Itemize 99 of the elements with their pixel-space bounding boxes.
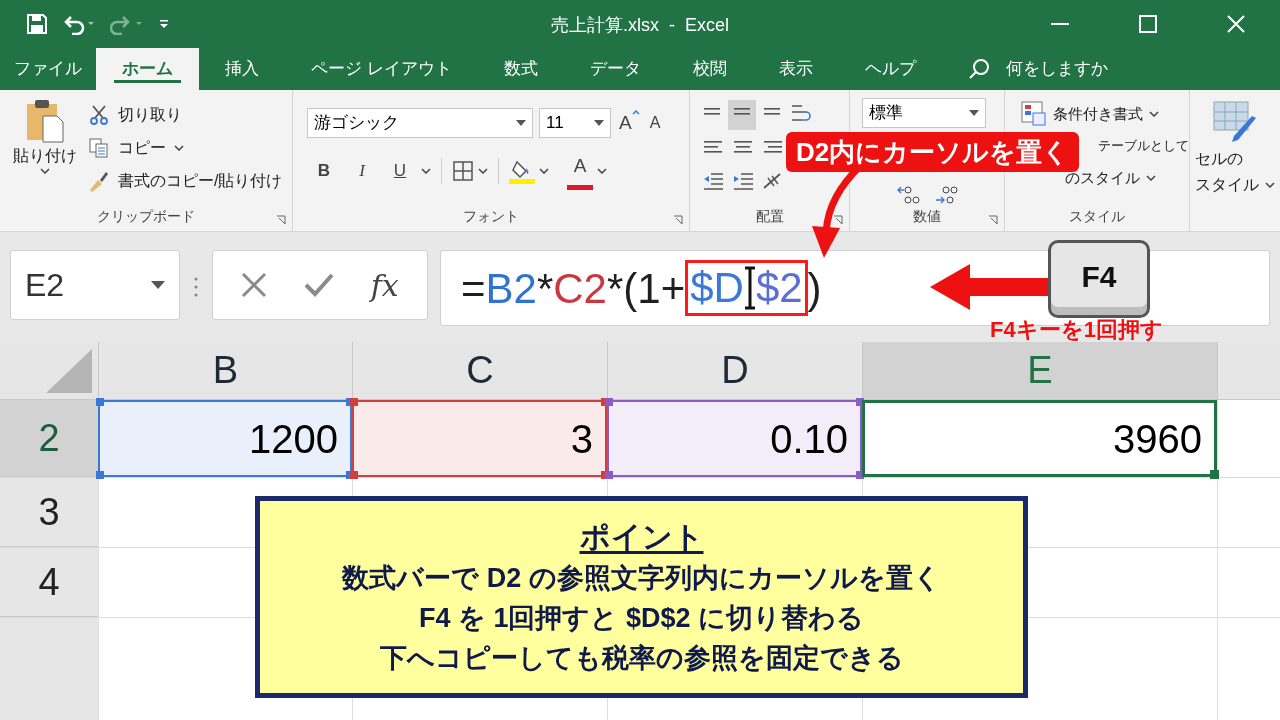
formula-token: *(1+ <box>606 263 686 314</box>
minimize-icon <box>1051 23 1069 25</box>
cancel-icon[interactable] <box>241 272 268 298</box>
save-icon[interactable] <box>26 13 48 35</box>
borders-icon[interactable] <box>452 159 474 182</box>
conditional-format-icon <box>1021 101 1047 127</box>
align-icon[interactable] <box>733 140 753 156</box>
scissors-icon <box>88 103 110 126</box>
f4-key: F4 <box>1048 240 1150 318</box>
caret-icon <box>1146 175 1156 181</box>
text-cursor-icon <box>743 266 756 310</box>
clipboard-button[interactable]: 切り取り <box>88 98 283 131</box>
table-cell[interactable]: 3960 <box>862 400 1217 477</box>
group-label: スタイル <box>1069 207 1125 226</box>
caret-icon <box>1265 182 1275 188</box>
group-label: 配置 <box>755 207 784 226</box>
ribbon-tab[interactable]: 挿入 <box>199 48 285 90</box>
formula-token: ) <box>807 263 822 314</box>
ribbon-tab[interactable]: 表示 <box>752 48 839 90</box>
search-icon[interactable] <box>967 58 990 80</box>
formula-token: * <box>536 263 554 314</box>
ribbon-tab[interactable]: ヘルプ <box>838 48 942 90</box>
cell-styles-button[interactable]: セルの スタイル <box>1195 146 1275 198</box>
caret-icon <box>1149 111 1159 117</box>
ribbon-tab[interactable]: 校閲 <box>666 48 753 90</box>
styles-button[interactable]: 条件付き書式 <box>1021 98 1159 130</box>
column-header[interactable]: E <box>862 342 1217 399</box>
align-icon[interactable] <box>703 140 723 156</box>
dialog-launcher-icon[interactable] <box>673 215 683 225</box>
table-cell[interactable]: 1200 <box>98 400 352 477</box>
clipboard-button[interactable]: コピー <box>88 131 283 164</box>
increase-indent-icon[interactable] <box>733 172 753 190</box>
formula-token: = <box>461 263 486 314</box>
up-caret-icon <box>631 108 640 115</box>
decrease-decimal-icon[interactable] <box>934 184 958 206</box>
group-label: 数値 <box>913 207 941 226</box>
dialog-launcher-icon[interactable] <box>988 215 998 225</box>
font-style-button[interactable]: U <box>383 155 417 186</box>
paintbrush-icon <box>88 169 110 192</box>
align-icon[interactable] <box>763 140 783 156</box>
caret-icon <box>174 144 184 151</box>
enter-check-icon[interactable] <box>304 273 334 297</box>
row-header[interactable]: 3 <box>0 478 98 547</box>
formula-token: B2 <box>485 263 537 314</box>
dialog-launcher-icon[interactable] <box>833 215 843 225</box>
caret-icon <box>539 167 549 174</box>
note-line: 数式バーで D2 の参照文字列内にカーソルを置く <box>342 562 941 595</box>
maximize-icon <box>1139 15 1157 33</box>
caret-icon <box>478 167 488 174</box>
row-header[interactable]: 2 <box>0 400 98 477</box>
window-title: 売上計算.xlsx - Excel <box>551 14 729 37</box>
tell-me-field[interactable]: 何をしますか <box>1005 56 1108 82</box>
formula-token: C2 <box>553 263 607 314</box>
note-line: 下へコピーしても税率の参照を固定できる <box>379 642 904 675</box>
ribbon-tab[interactable]: 数式 <box>477 48 564 90</box>
font-size-field[interactable]: 11 <box>539 108 611 138</box>
cell-styles-icon <box>1212 100 1258 144</box>
callout-label: D2内にカーソルを置く <box>786 132 1080 172</box>
increase-decimal-icon[interactable] <box>896 184 920 206</box>
clipboard-icon <box>25 98 65 144</box>
font-name-field[interactable]: 游ゴシック <box>307 108 533 138</box>
formula-token: $2 <box>755 263 803 313</box>
insert-function-button[interactable]: fx <box>370 262 399 308</box>
vertical-align-button[interactable] <box>728 100 756 130</box>
grow-font-button[interactable]: A <box>617 108 642 138</box>
dialog-launcher-icon[interactable] <box>276 215 286 225</box>
number-format-field[interactable]: 標準 <box>862 98 986 128</box>
copy-icon <box>88 136 110 159</box>
dropdown-icon[interactable] <box>516 120 526 126</box>
ribbon-tab[interactable]: ホーム <box>96 48 199 90</box>
caret-icon <box>421 167 431 174</box>
caret-icon <box>40 168 50 174</box>
undo-icon[interactable] <box>62 13 96 35</box>
decrease-indent-icon[interactable] <box>703 172 723 190</box>
dropdown-icon[interactable] <box>594 120 604 126</box>
row-header[interactable]: 4 <box>0 548 98 617</box>
clipboard-button[interactable]: 書式のコピー/貼り付け <box>88 164 283 197</box>
close-icon <box>1227 15 1245 33</box>
group-label: フォント <box>463 207 519 226</box>
caret-icon <box>597 167 607 174</box>
ribbon-tab[interactable]: ページ レイアウト <box>285 48 478 90</box>
ribbon-tab[interactable]: ファイル <box>0 48 96 90</box>
font-style-button[interactable]: B <box>307 155 341 186</box>
name-box[interactable]: E2 <box>10 250 180 320</box>
font-color-button[interactable]: A <box>567 152 593 190</box>
customize-icon[interactable] <box>158 18 170 30</box>
ribbon-tab[interactable]: データ <box>563 48 667 90</box>
paste-button[interactable]: 貼り付け <box>12 98 78 197</box>
styles-button[interactable]: テーブルとして <box>1098 130 1189 162</box>
note-title: ポイント <box>579 519 704 555</box>
group-label: クリップボード <box>97 207 195 226</box>
note-line: F4 を 1回押すと $D$2 に切り替わる <box>418 602 865 635</box>
table-cell[interactable]: 3 <box>352 400 607 477</box>
shrink-font-button[interactable]: A <box>647 111 663 135</box>
dropdown-icon[interactable] <box>969 110 979 116</box>
table-cell[interactable]: 0.10 <box>607 400 862 477</box>
font-style-button[interactable]: I <box>345 155 379 186</box>
formula-token: $D <box>690 263 744 313</box>
dropdown-icon <box>151 281 165 289</box>
